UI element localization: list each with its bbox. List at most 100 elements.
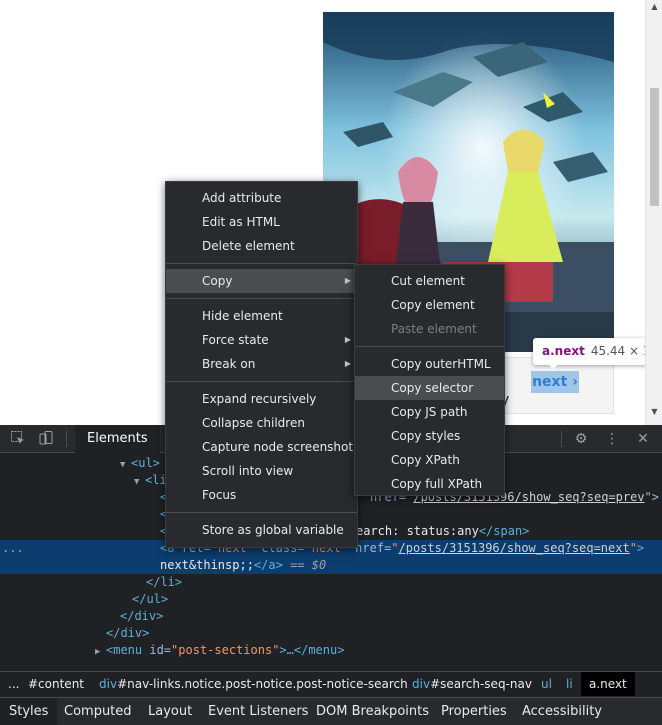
div-close-tag: </div>	[106, 626, 150, 640]
copy-submenu: Cut element Copy element Paste element C…	[354, 264, 505, 496]
menu-item-focus[interactable]: Focus	[166, 483, 357, 507]
menu-item-hide-element[interactable]: Hide element	[166, 304, 357, 328]
menu-separator	[166, 512, 357, 513]
menu-item-add-attribute[interactable]: Add attribute	[166, 186, 357, 210]
submenu-arrow-icon: ▶	[344, 335, 351, 344]
dom-node-menu[interactable]: ▶ <menu id="post-sections">…</menu>	[95, 642, 662, 659]
expand-caret-icon[interactable]: ▼	[120, 457, 131, 474]
collapsed-ellipsis: >…	[279, 643, 294, 657]
menu-item-copy-js-path[interactable]: Copy JS path	[355, 400, 504, 424]
element-breadcrumbs: ... #content div#nav-links.notice.post-n…	[0, 671, 662, 697]
div-close-tag: </div>	[120, 609, 164, 623]
menu-item-capture-node-screenshot[interactable]: Capture node screenshot	[166, 435, 357, 459]
breadcrumb-ul[interactable]: ul	[541, 672, 552, 696]
menu-item-expand-recursively[interactable]: Expand recursively	[166, 387, 357, 411]
subtab-accessibility[interactable]: Accessibility	[513, 698, 611, 725]
breadcrumb-overflow[interactable]: ...	[8, 672, 19, 696]
dom-node-div-close[interactable]: </div>	[106, 625, 662, 642]
menu-item-force-state[interactable]: Force state ▶	[166, 328, 357, 352]
li-close-tag: </li>	[146, 575, 183, 589]
crumb-tag: div	[412, 677, 431, 691]
settings-gear-icon[interactable]: ⚙	[572, 430, 590, 448]
crumb-tag: li	[566, 677, 573, 691]
ul-close-tag: </ul>	[132, 592, 169, 606]
inspect-element-icon[interactable]	[9, 430, 27, 448]
element-inspect-tooltip: a.next 45.44 × 17	[533, 338, 658, 365]
subtab-dom-breakpoints[interactable]: DOM Breakpoints	[307, 698, 438, 725]
tooltip-selector: a.next	[542, 344, 585, 358]
a-close-tag: </a>	[253, 558, 283, 572]
breadcrumb-search-seq-nav[interactable]: div#search-seq-nav	[412, 672, 532, 696]
menu-item-force-state-label: Force state	[202, 333, 269, 347]
scroll-down-arrow-icon[interactable]: ▼	[646, 405, 662, 419]
menu-item-copy-outerhtml[interactable]: Copy outerHTML	[355, 352, 504, 376]
dom-node-div-close[interactable]: </div>	[120, 608, 662, 625]
crumb-id: #content	[28, 677, 84, 691]
tab-elements[interactable]: Elements	[75, 425, 160, 453]
breadcrumb-nav-links[interactable]: div#nav-links.notice.post-notice.post-no…	[99, 672, 408, 696]
breadcrumb-a-next[interactable]: a.next	[581, 672, 635, 696]
menu-item-store-as-global-variable[interactable]: Store as global variable	[166, 518, 357, 542]
id-value: "post-sections"	[171, 643, 280, 657]
dom-node-ul-close[interactable]: </ul>	[132, 591, 662, 608]
page-scrollbar[interactable]: ▲ ▼	[645, 0, 662, 425]
page-scrollbar-thumb[interactable]	[650, 88, 659, 206]
dom-node-li-close[interactable]: </li>	[146, 574, 662, 591]
dom-node-search-span[interactable]: earch: status:any</span>	[356, 523, 662, 540]
attr-close: ">	[644, 490, 659, 504]
anchor-text: next&thinsp;;	[160, 558, 254, 572]
id-attr: id=	[149, 643, 172, 657]
scroll-up-arrow-icon[interactable]: ▲	[646, 0, 662, 14]
crumb-tag: ul	[541, 677, 552, 691]
submenu-arrow-icon: ▶	[344, 276, 351, 285]
more-options-icon[interactable]: ⋮	[603, 430, 621, 448]
href-attr: href=	[355, 541, 392, 555]
quote: "	[629, 541, 637, 555]
menu-item-copy-xpath[interactable]: Copy XPath	[355, 448, 504, 472]
subtab-computed[interactable]: Computed	[55, 698, 141, 725]
menu-item-copy[interactable]: Copy ▶	[166, 269, 357, 293]
subtab-event-listeners[interactable]: Event Listeners	[199, 698, 317, 725]
menu-item-collapse-children[interactable]: Collapse children	[166, 411, 357, 435]
expand-caret-icon[interactable]: ▼	[134, 474, 145, 491]
menu-separator	[166, 263, 357, 264]
toolbar-divider	[561, 431, 562, 447]
crumb-tag: div	[99, 677, 118, 691]
row-menu-dots-icon[interactable]: ...	[2, 540, 24, 557]
close-devtools-icon[interactable]: ✕	[634, 430, 652, 448]
dollar-zero-ref: $0	[311, 558, 327, 572]
menu-item-copy-full-xpath[interactable]: Copy full XPath	[355, 472, 504, 496]
dom-node-a-next-content[interactable]: next&thinsp;;</a> == $0	[0, 557, 662, 574]
next-post-link[interactable]: next ›	[531, 371, 579, 393]
collapsed-caret-icon[interactable]: ▶	[95, 644, 106, 661]
subtab-layout[interactable]: Layout	[139, 698, 201, 725]
tooltip-arrow	[547, 363, 559, 369]
equals-sign: ==	[290, 558, 305, 572]
breadcrumb-content[interactable]: #content	[28, 672, 84, 696]
breadcrumb-li[interactable]: li	[566, 672, 573, 696]
device-toolbar-icon[interactable]	[37, 430, 55, 448]
next-href-link[interactable]: /posts/3151396/show_seq?seq=next	[399, 541, 630, 555]
menu-item-break-on[interactable]: Break on ▶	[166, 352, 357, 376]
menu-separator	[166, 381, 357, 382]
submenu-arrow-icon: ▶	[344, 359, 351, 368]
menu-item-edit-as-html[interactable]: Edit as HTML	[166, 210, 357, 234]
menu-item-copy-element[interactable]: Copy element	[355, 293, 504, 317]
menu-separator	[355, 346, 504, 347]
crumb-current: a.next	[589, 677, 627, 691]
menu-separator	[166, 298, 357, 299]
element-context-menu: Add attribute Edit as HTML Delete elemen…	[165, 181, 358, 548]
search-span-text: earch: status:any	[356, 524, 479, 538]
menu-open-tag: <menu	[106, 643, 143, 657]
menu-item-copy-selector[interactable]: Copy selector	[355, 376, 504, 400]
tag-close: >	[636, 541, 645, 555]
menu-item-delete-element[interactable]: Delete element	[166, 234, 357, 258]
ul-tag: <ul>	[131, 456, 160, 470]
menu-item-break-on-label: Break on	[202, 357, 256, 371]
menu-item-scroll-into-view[interactable]: Scroll into view	[166, 459, 357, 483]
menu-item-cut-element[interactable]: Cut element	[355, 269, 504, 293]
span-close-tag: </span>	[478, 524, 530, 538]
subtab-styles[interactable]: Styles	[0, 698, 58, 725]
subtab-properties[interactable]: Properties	[432, 698, 516, 725]
menu-item-copy-styles[interactable]: Copy styles	[355, 424, 504, 448]
